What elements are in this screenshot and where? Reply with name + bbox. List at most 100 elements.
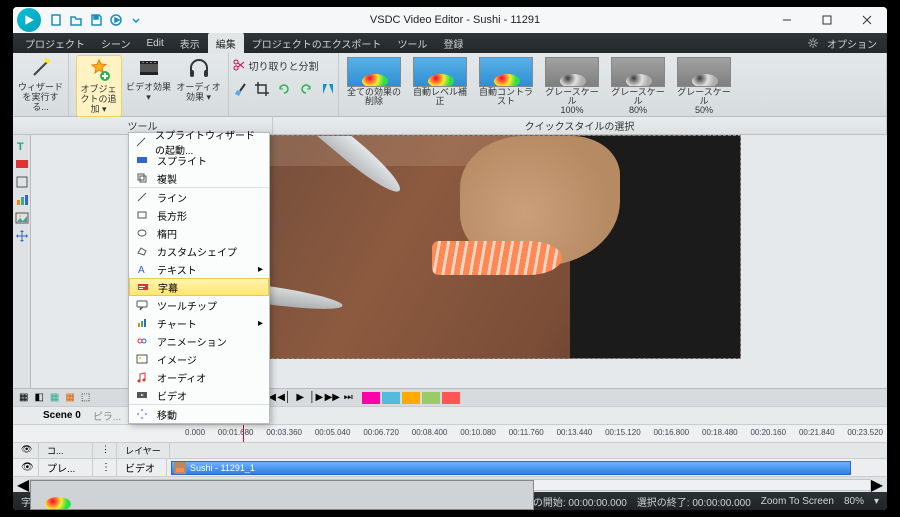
dropdown-item-shape[interactable]: カスタムシェイプ <box>129 242 269 260</box>
menu-view[interactable]: 表示 <box>172 33 208 53</box>
scissors-icon <box>232 58 246 72</box>
clip-label: Sushi - 11291_1 <box>190 463 255 473</box>
effect-thumb[interactable]: 自動コントラスト <box>475 57 537 106</box>
rotate-cw-icon[interactable] <box>298 81 314 97</box>
tool-rail: T <box>13 135 31 388</box>
effect-thumb[interactable]: 自動レベル補正 <box>409 57 471 106</box>
tl-tab[interactable]: ⬚ <box>81 392 90 403</box>
rail-shape-icon[interactable] <box>15 175 29 189</box>
timeline-clip[interactable]: Sushi - 11291_1 <box>171 461 851 475</box>
effect-thumb-icon <box>545 57 599 87</box>
dropdown-item-anim[interactable]: アニメーション <box>129 332 269 350</box>
tl-col-header: コ... <box>39 443 93 458</box>
qat-open-icon[interactable] <box>69 13 83 27</box>
dropdown-item-audio[interactable]: オーディオ <box>129 368 269 386</box>
rail-text-icon[interactable]: T <box>15 139 29 153</box>
dropdown-item-ellipse[interactable]: 楕円 <box>129 224 269 242</box>
dropdown-item-image[interactable]: イメージ <box>129 350 269 368</box>
quick-access-toolbar <box>49 13 143 27</box>
text-icon: A <box>135 262 149 276</box>
ruler-tick: 00:23.520 <box>847 428 883 442</box>
wizard-button[interactable]: ウィザードを実行する... <box>18 55 64 113</box>
next-frame-icon[interactable]: │▶ <box>310 392 322 404</box>
dropdown-item-subtitle[interactable]: 字幕 <box>129 278 269 296</box>
prev-frame-icon[interactable]: ◀│ <box>278 392 290 404</box>
dropdown-item-sprite[interactable]: スプライト <box>129 151 269 169</box>
minimize-button[interactable] <box>767 7 807 33</box>
effect-thumb-icon <box>611 57 665 87</box>
rail-image-icon[interactable] <box>15 211 29 225</box>
rail-subtitle-icon[interactable] <box>15 157 29 171</box>
effect-thumb[interactable]: 全ての効果の削除 <box>343 57 405 106</box>
menu-edit[interactable]: 編集 <box>208 33 244 53</box>
playhead-marker[interactable] <box>243 425 244 442</box>
step-fwd-icon[interactable]: ▶▶ <box>326 392 338 404</box>
chevron-right-icon: ▸ <box>258 318 263 329</box>
time-ruler[interactable]: 0.00000:01.68000:03.36000:05.04000:06.72… <box>13 424 887 442</box>
scene-tab-1[interactable]: ピラ... <box>93 408 121 423</box>
brush-icon[interactable] <box>232 81 248 97</box>
wand-icon <box>28 55 54 81</box>
cut-split-button[interactable]: 切り取りと分割 <box>232 57 336 73</box>
tl-tab[interactable]: ▦ <box>50 392 59 403</box>
options-label[interactable]: オプション <box>827 36 877 51</box>
menu-register[interactable]: 登録 <box>435 33 471 53</box>
effect-thumb[interactable]: グレースケール100% <box>541 57 603 115</box>
ruler-tick: 00:13.440 <box>557 428 593 442</box>
gear-icon[interactable] <box>807 37 819 49</box>
track-type: ビデオ <box>117 459 167 476</box>
menu-project[interactable]: プロジェクト <box>17 33 93 53</box>
tl-tab[interactable]: ◧ <box>34 392 43 403</box>
dropdown-item-rect[interactable]: 長方形 <box>129 206 269 224</box>
ruler-tick: 00:18.480 <box>702 428 738 442</box>
ribbon: ウィザードを実行する... オブジェクトの追加 ▾ ビデオ効果 ▾ オーディオ効… <box>13 53 887 117</box>
qat-dropdown-icon[interactable] <box>129 13 143 27</box>
add-object-dropdown: スプライトウィザードの起動...スプライト複製ライン長方形楕円カスタムシェイプA… <box>128 132 270 424</box>
play-icon[interactable]: ▶ <box>294 392 306 404</box>
rail-move-icon[interactable] <box>15 229 29 243</box>
menu-export[interactable]: プロジェクトのエクスポート <box>244 33 390 53</box>
zoom-label[interactable]: Zoom To Screen <box>761 496 834 507</box>
scene-tab-0[interactable]: Scene 0 <box>43 410 81 421</box>
add-object-button[interactable]: オブジェクトの追加 ▾ <box>76 55 122 117</box>
dropdown-item-label: 楕円 <box>157 226 177 241</box>
dropdown-item-label: 複製 <box>157 171 177 186</box>
video-effects-button[interactable]: ビデオ効果 ▾ <box>126 55 172 103</box>
submenu-quickstyle[interactable]: クイックスタイルの選択 <box>273 117 887 134</box>
dropdown-item-text[interactable]: Aテキスト▸ <box>129 260 269 278</box>
rotate-ccw-icon[interactable] <box>276 81 292 97</box>
dropdown-item-copy[interactable]: 複製 <box>129 169 269 187</box>
audio-effects-button[interactable]: オーディオ効果 ▾ <box>176 55 222 103</box>
crop-icon[interactable] <box>254 81 270 97</box>
goto-end-icon[interactable]: ⏭ <box>342 392 354 404</box>
effect-thumb[interactable]: グレースケール80% <box>607 57 669 115</box>
dropdown-item-move[interactable]: 移動 <box>129 405 269 423</box>
dropdown-item-video[interactable]: ビデオ <box>129 386 269 404</box>
rail-chart-icon[interactable] <box>15 193 29 207</box>
qat-play-icon[interactable] <box>109 13 123 27</box>
close-button[interactable] <box>847 7 887 33</box>
dropdown-item-tooltip[interactable]: ツールチップ <box>129 296 269 314</box>
tl-tab[interactable]: ▦ <box>19 392 28 403</box>
flip-icon[interactable] <box>320 81 336 97</box>
dropdown-item-wand[interactable]: スプライトウィザードの起動... <box>129 133 269 151</box>
menu-scene[interactable]: シーン <box>93 33 139 53</box>
track-name[interactable]: プレ... <box>39 459 93 476</box>
tl-eye-icon[interactable]: 👁 <box>13 443 39 458</box>
tl-tab[interactable]: ▦ <box>65 392 74 403</box>
menu-edit-en[interactable]: Edit <box>139 33 172 53</box>
horizontal-scrollbar[interactable]: ◀ ▶ <box>13 476 887 492</box>
anim-icon <box>135 334 149 348</box>
scrollbar-thumb[interactable] <box>30 480 534 510</box>
chevron-down-icon[interactable]: ▾ <box>874 496 879 507</box>
dropdown-item-chart[interactable]: チャート▸ <box>129 314 269 332</box>
maximize-button[interactable] <box>807 7 847 33</box>
effect-thumb[interactable]: グレースケール50% <box>673 57 735 115</box>
svg-text:A: A <box>138 265 145 275</box>
qat-new-icon[interactable] <box>49 13 63 27</box>
headphones-icon <box>186 55 212 81</box>
qat-save-icon[interactable] <box>89 13 103 27</box>
menu-tools[interactable]: ツール <box>389 33 435 53</box>
track-visibility-icon[interactable]: 👁 <box>13 459 39 476</box>
dropdown-item-line[interactable]: ライン <box>129 188 269 206</box>
